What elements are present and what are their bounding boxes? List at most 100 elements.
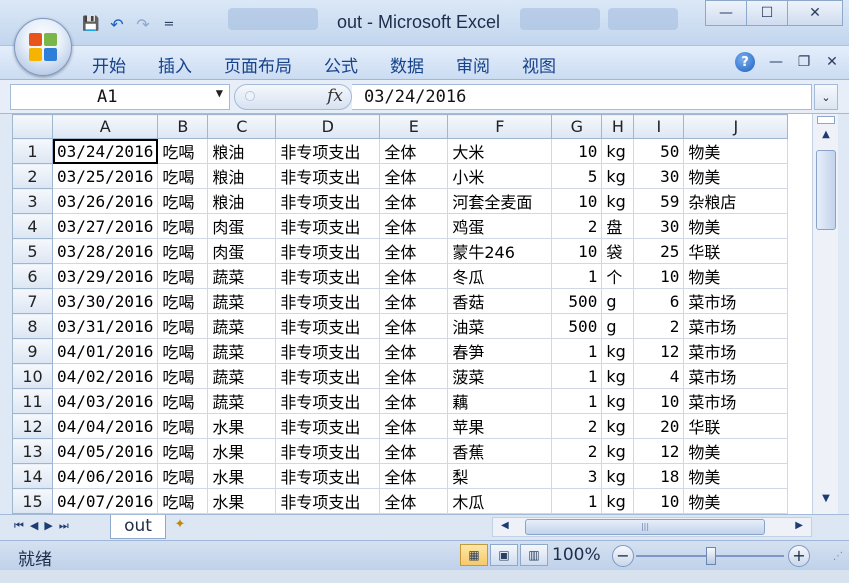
tab-review[interactable]: 审阅: [456, 52, 504, 77]
cell-b1[interactable]: 吃喝: [157, 138, 209, 164]
customize-qat-button[interactable]: =: [158, 13, 180, 35]
tab-formulas[interactable]: 公式: [324, 52, 372, 77]
cell-e13[interactable]: 全体: [379, 438, 449, 464]
cell-e10[interactable]: 全体: [379, 363, 449, 389]
cell-b5[interactable]: 吃喝: [157, 238, 209, 264]
cell-d5[interactable]: 非专项支出: [275, 238, 381, 264]
tab-home[interactable]: 开始: [92, 52, 140, 77]
cell-h15[interactable]: kg: [601, 488, 635, 514]
cell-a1[interactable]: 03/24/2016: [51, 138, 159, 164]
cell-i14[interactable]: 18: [633, 463, 685, 489]
cell-i9[interactable]: 12: [633, 338, 685, 364]
cell-j11[interactable]: 菜市场: [683, 388, 789, 414]
row-header[interactable]: 5: [12, 238, 53, 264]
cell-a11[interactable]: 04/03/2016: [51, 388, 159, 414]
cell-i1[interactable]: 50: [633, 138, 685, 164]
cell-d11[interactable]: 非专项支出: [275, 388, 381, 414]
minimize-button[interactable]: —: [705, 0, 747, 26]
cell-c10[interactable]: 蔬菜: [207, 363, 277, 389]
cell-a15[interactable]: 04/07/2016: [51, 488, 159, 514]
cell-a12[interactable]: 04/04/2016: [51, 413, 159, 439]
cell-d8[interactable]: 非专项支出: [275, 313, 381, 339]
cell-g1[interactable]: 10: [551, 138, 603, 164]
cell-j6[interactable]: 物美: [683, 263, 789, 289]
vertical-scrollbar[interactable]: ▲ ▼: [812, 114, 838, 514]
split-handle[interactable]: [817, 116, 835, 124]
cell-j10[interactable]: 菜市场: [683, 363, 789, 389]
cell-f10[interactable]: 菠菜: [447, 363, 553, 389]
insert-function-button[interactable]: fx: [327, 86, 343, 106]
row-header[interactable]: 9: [12, 338, 53, 364]
cell-i12[interactable]: 20: [633, 413, 685, 439]
cell-g4[interactable]: 2: [551, 213, 603, 239]
cell-h7[interactable]: g: [601, 288, 635, 314]
workbook-restore-button[interactable]: ❐: [797, 54, 811, 70]
row-header[interactable]: 8: [12, 313, 53, 339]
cell-c3[interactable]: 粮油: [207, 188, 277, 214]
cell-b8[interactable]: 吃喝: [157, 313, 209, 339]
cell-h3[interactable]: kg: [601, 188, 635, 214]
tab-page-layout[interactable]: 页面布局: [224, 52, 306, 77]
workbook-close-button[interactable]: ✕: [825, 54, 839, 70]
column-header-h[interactable]: H: [601, 114, 635, 139]
resize-grip-icon[interactable]: ⋰: [833, 551, 843, 562]
cell-j15[interactable]: 物美: [683, 488, 789, 514]
column-header-i[interactable]: I: [633, 114, 685, 139]
cell-d10[interactable]: 非专项支出: [275, 363, 381, 389]
cell-j12[interactable]: 华联: [683, 413, 789, 439]
cell-a7[interactable]: 03/30/2016: [51, 288, 159, 314]
scroll-right-icon[interactable]: ▶: [795, 520, 803, 531]
redo-icon[interactable]: ↷: [132, 13, 154, 35]
row-header[interactable]: 10: [12, 363, 53, 389]
cell-g5[interactable]: 10: [551, 238, 603, 264]
cell-i8[interactable]: 2: [633, 313, 685, 339]
cell-c7[interactable]: 蔬菜: [207, 288, 277, 314]
cell-i11[interactable]: 10: [633, 388, 685, 414]
cell-h10[interactable]: kg: [601, 363, 635, 389]
cell-g14[interactable]: 3: [551, 463, 603, 489]
cell-g12[interactable]: 2: [551, 413, 603, 439]
cell-a5[interactable]: 03/28/2016: [51, 238, 159, 264]
cell-f12[interactable]: 苹果: [447, 413, 553, 439]
cell-h14[interactable]: kg: [601, 463, 635, 489]
cell-h8[interactable]: g: [601, 313, 635, 339]
cell-b15[interactable]: 吃喝: [157, 488, 209, 514]
row-header[interactable]: 2: [12, 163, 53, 189]
cell-e7[interactable]: 全体: [379, 288, 449, 314]
close-button[interactable]: ✕: [787, 0, 843, 26]
cell-g11[interactable]: 1: [551, 388, 603, 414]
tab-insert[interactable]: 插入: [158, 52, 206, 77]
cell-j2[interactable]: 物美: [683, 163, 789, 189]
row-header[interactable]: 14: [12, 463, 53, 489]
row-header[interactable]: 7: [12, 288, 53, 314]
cell-b4[interactable]: 吃喝: [157, 213, 209, 239]
cell-f1[interactable]: 大米: [447, 138, 553, 164]
cell-f5[interactable]: 蒙牛246: [447, 238, 553, 264]
column-header-a[interactable]: A: [51, 114, 159, 139]
cell-e11[interactable]: 全体: [379, 388, 449, 414]
cell-g7[interactable]: 500: [551, 288, 603, 314]
cell-c2[interactable]: 粮油: [207, 163, 277, 189]
column-header-c[interactable]: C: [207, 114, 277, 139]
column-header-f[interactable]: F: [447, 114, 553, 139]
save-icon[interactable]: 💾: [80, 13, 102, 35]
first-sheet-icon[interactable]: ⏮: [14, 519, 24, 533]
cell-h6[interactable]: 个: [601, 263, 635, 289]
cell-d3[interactable]: 非专项支出: [275, 188, 381, 214]
zoom-slider-thumb[interactable]: [706, 547, 716, 565]
cell-c15[interactable]: 水果: [207, 488, 277, 514]
scroll-down-icon[interactable]: ▼: [817, 490, 835, 508]
sheet-tab-out[interactable]: out: [110, 515, 166, 539]
zoom-level[interactable]: 100%: [552, 545, 601, 565]
row-header[interactable]: 11: [12, 388, 53, 414]
cell-h2[interactable]: kg: [601, 163, 635, 189]
cell-f15[interactable]: 木瓜: [447, 488, 553, 514]
cell-c4[interactable]: 肉蛋: [207, 213, 277, 239]
cell-a8[interactable]: 03/31/2016: [51, 313, 159, 339]
cell-b13[interactable]: 吃喝: [157, 438, 209, 464]
cell-e6[interactable]: 全体: [379, 263, 449, 289]
cell-i3[interactable]: 59: [633, 188, 685, 214]
cell-g15[interactable]: 1: [551, 488, 603, 514]
column-header-b[interactable]: B: [157, 114, 209, 139]
cell-a6[interactable]: 03/29/2016: [51, 263, 159, 289]
